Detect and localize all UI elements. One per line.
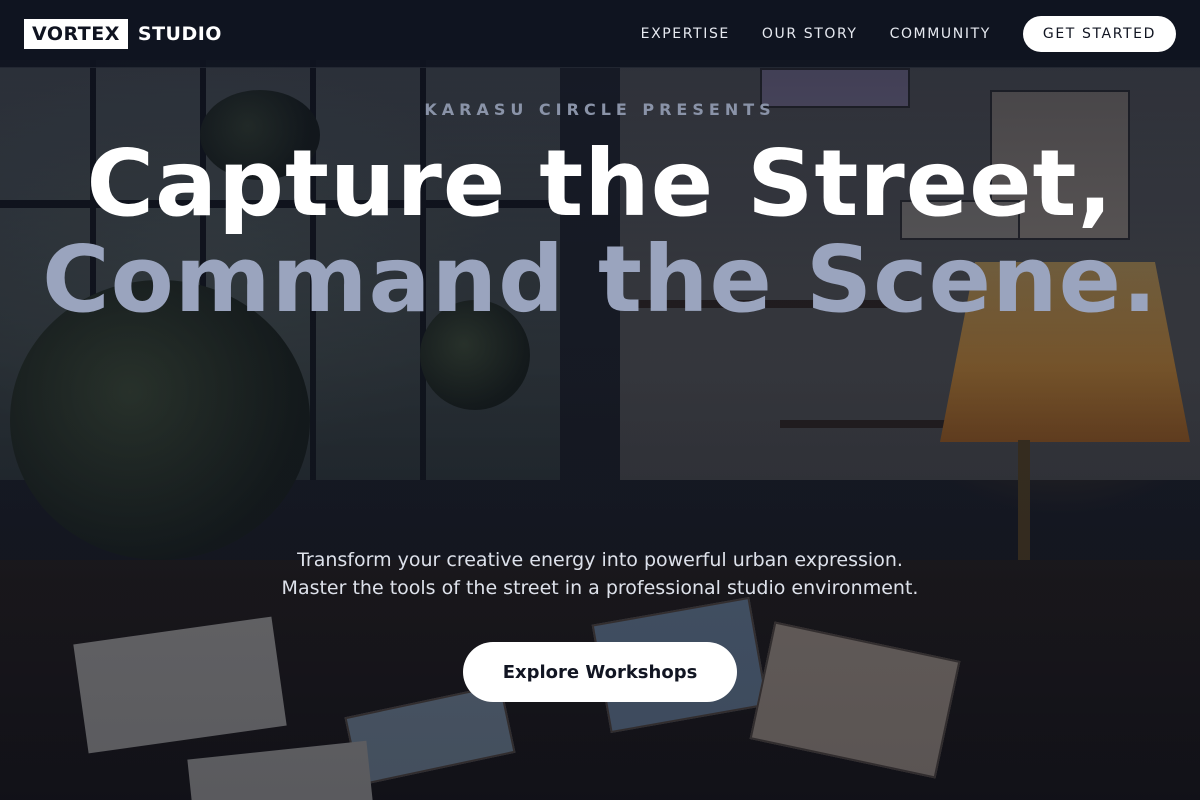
nav-link-expertise[interactable]: EXPERTISE (641, 26, 730, 42)
explore-workshops-button[interactable]: Explore Workshops (463, 642, 737, 702)
hero-subtitle-line-1: Transform your creative energy into powe… (297, 549, 903, 571)
nav-links: EXPERTISE OUR STORY COMMUNITY GET STARTE… (641, 15, 1176, 52)
nav-link-community[interactable]: COMMUNITY (890, 26, 991, 42)
hero-subtitle-line-2: Master the tools of the street in a prof… (281, 577, 919, 599)
top-navigation: VORTEX STUDIO EXPERTISE OUR STORY COMMUN… (0, 0, 1200, 68)
headline-line-primary: Capture the Street, (86, 130, 1114, 237)
logo-text: STUDIO (137, 22, 222, 45)
hero-subtitle: Transform your creative energy into powe… (0, 546, 1200, 602)
logo-box-text: VORTEX (24, 18, 128, 49)
nav-link-our-story[interactable]: OUR STORY (762, 26, 858, 42)
hero-headline: Capture the Street, Command the Scene. (0, 136, 1200, 328)
get-started-button[interactable]: GET STARTED (1022, 15, 1176, 52)
site-logo[interactable]: VORTEX STUDIO (24, 18, 222, 49)
hero-eyebrow: KARASU CIRCLE PRESENTS (424, 100, 776, 119)
hero-section: KARASU CIRCLE PRESENTS Capture the Stree… (0, 68, 1200, 800)
headline-line-accent: Command the Scene. (42, 226, 1158, 333)
